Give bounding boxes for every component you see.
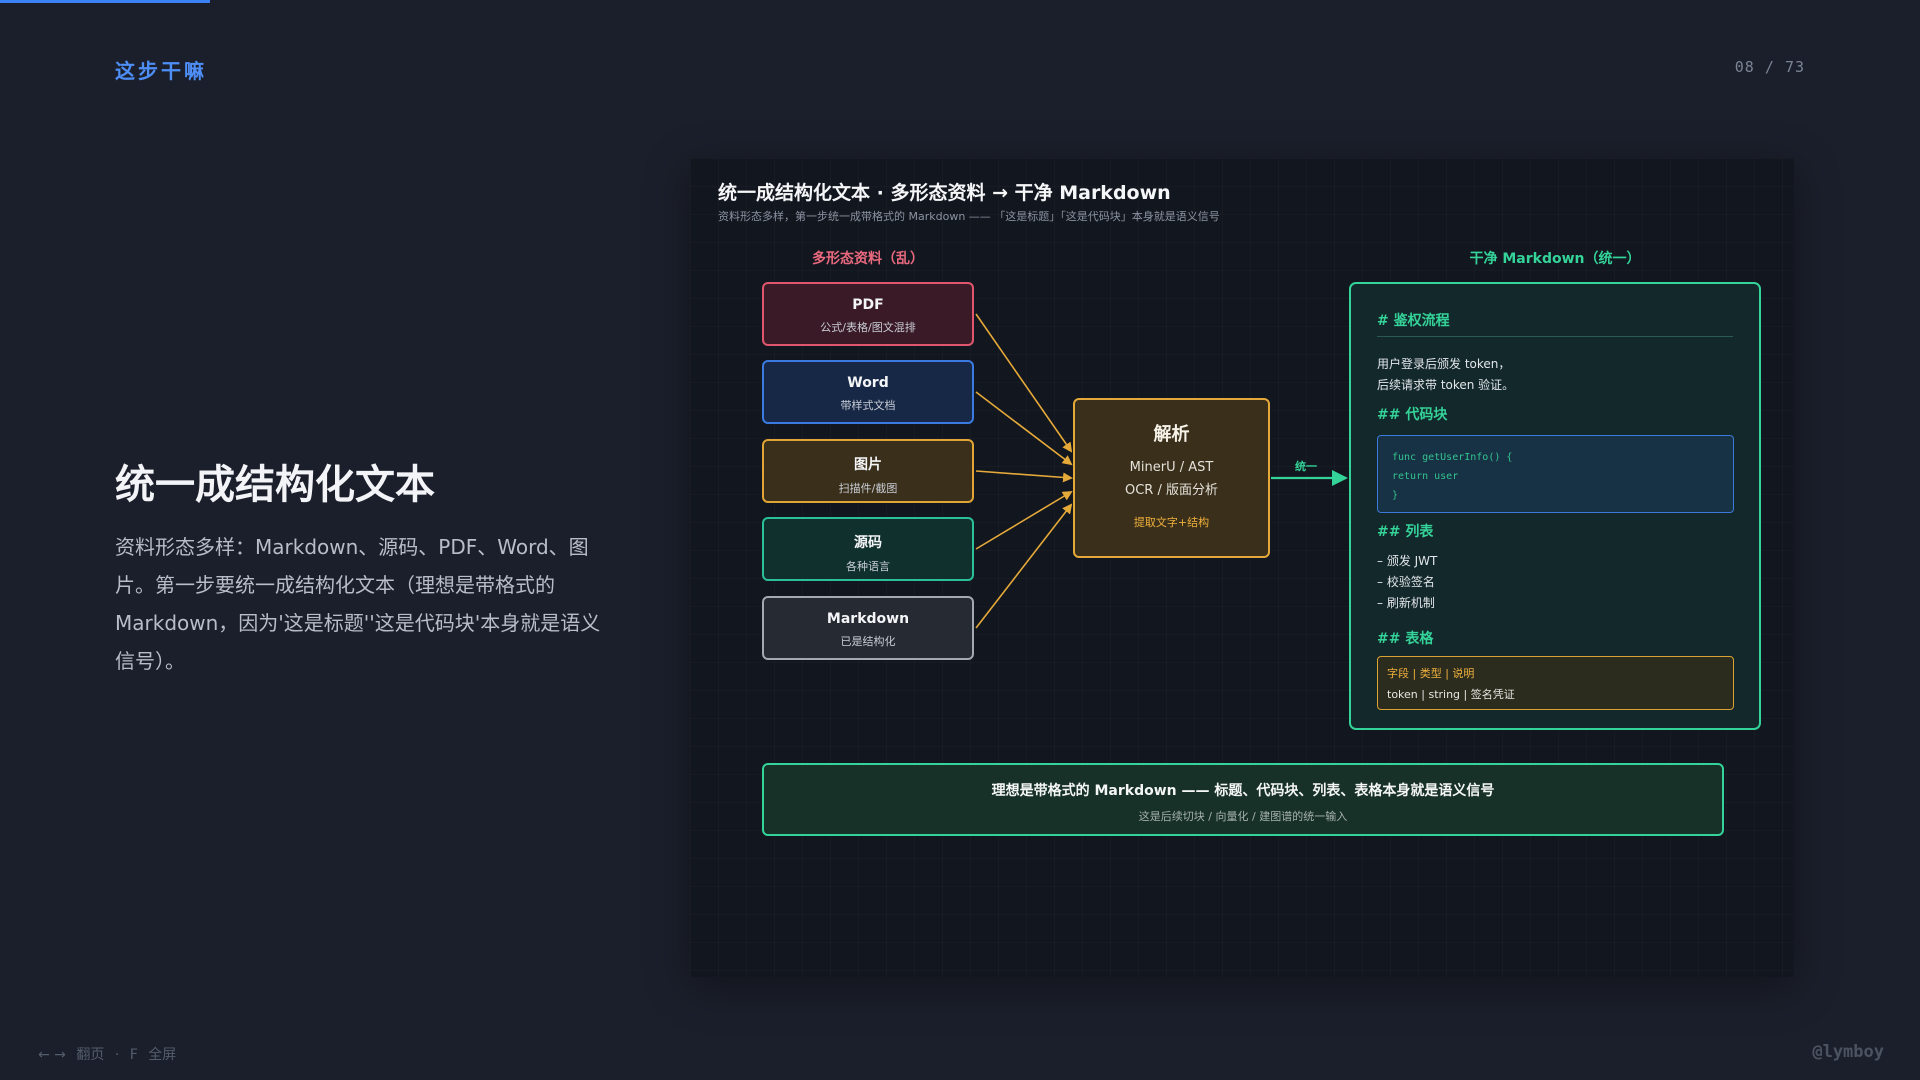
source-box-markdown: Markdown 已是结构化 bbox=[762, 596, 974, 660]
source-box-image: 图片 扫描件/截图 bbox=[762, 439, 974, 503]
md-list: – 颁发 JWT – 校验签名 – 刷新机制 bbox=[1377, 551, 1437, 614]
section-label: 这步干嘛 bbox=[115, 59, 207, 83]
connector-image bbox=[975, 470, 1073, 483]
banner-main-text: 理想是带格式的 Markdown —— 标题、代码块、列表、表格本身就是语义信号 bbox=[991, 783, 1495, 799]
md-list-item: – 刷新机制 bbox=[1377, 596, 1435, 610]
md-table: 字段 | 类型 | 说明 token | string | 签名凭证 bbox=[1377, 656, 1734, 710]
author-handle: @lymboy bbox=[1812, 1042, 1884, 1062]
code-line: return user bbox=[1392, 471, 1459, 482]
diagram-subtitle: 资料形态多样，第一步统一成带格式的 Markdown —— 「这是标题」「这是代… bbox=[718, 210, 1220, 223]
source-desc: 带样式文档 bbox=[840, 399, 896, 412]
output-column-label: 干净 Markdown（统一） bbox=[1469, 251, 1641, 267]
progress-track bbox=[0, 0, 1920, 3]
md-code-block: func getUserInfo() { return user } bbox=[1377, 435, 1734, 513]
source-box-pdf: PDF 公式/表格/图文混排 bbox=[762, 282, 974, 346]
slide-body: 资料形态多样：Markdown、源码、PDF、Word、图片。第一步要统一成结构… bbox=[115, 535, 601, 673]
md-paragraph: 用户登录后颁发 token， 后续请求带 token 验证。 bbox=[1377, 354, 1514, 396]
source-name: PDF bbox=[852, 297, 884, 313]
page-total: 73 bbox=[1784, 58, 1805, 76]
diagram-title: 统一成结构化文本 · 多形态资料 → 干净 Markdown bbox=[718, 182, 1171, 204]
fullscreen-label: 全屏 bbox=[148, 1047, 177, 1063]
parser-box: 解析 MinerU / AST OCR / 版面分析 提取文字+结构 bbox=[1073, 398, 1270, 558]
nav-label: 翻页 bbox=[76, 1047, 105, 1063]
connector-pdf bbox=[975, 313, 1073, 453]
nav-arrows-icon[interactable]: ← → bbox=[38, 1047, 66, 1063]
summary-banner: 理想是带格式的 Markdown —— 标题、代码块、列表、表格本身就是语义信号… bbox=[762, 763, 1724, 836]
source-desc: 扫描件/截图 bbox=[838, 482, 898, 495]
md-list-item: – 颁发 JWT bbox=[1377, 554, 1438, 568]
parser-title: 解析 bbox=[1153, 424, 1190, 445]
diagram-panel: 统一成结构化文本 · 多形态资料 → 干净 Markdown 资料形态多样，第一… bbox=[690, 158, 1794, 977]
md-heading-1: # 鉴权流程 bbox=[1377, 313, 1450, 329]
md-heading-rule bbox=[1377, 336, 1733, 337]
md-paragraph-line: 用户登录后颁发 token， bbox=[1377, 357, 1511, 371]
keyboard-hint: ← → 翻页 · F 全屏 bbox=[38, 1044, 182, 1064]
md-heading-table: ## 表格 bbox=[1377, 631, 1434, 647]
slide-title: 统一成结构化文本 bbox=[115, 462, 435, 508]
source-name: Word bbox=[847, 375, 889, 391]
code-line: } bbox=[1392, 490, 1399, 501]
separator-dot: · bbox=[114, 1047, 120, 1063]
progress-bar bbox=[0, 0, 210, 3]
source-desc: 已是结构化 bbox=[840, 635, 896, 648]
md-list-item: – 校验签名 bbox=[1377, 575, 1435, 589]
page-counter: 08 / 73 bbox=[1735, 58, 1805, 76]
unify-arrow-label: 统一 bbox=[1295, 460, 1317, 473]
source-box-word: Word 带样式文档 bbox=[762, 360, 974, 424]
md-heading-code: ## 代码块 bbox=[1377, 407, 1448, 423]
connector-source bbox=[975, 490, 1073, 550]
source-desc: 各种语言 bbox=[846, 560, 890, 573]
md-paragraph-line: 后续请求带 token 验证。 bbox=[1377, 378, 1515, 392]
sources-column-label: 多形态资料（乱） bbox=[812, 251, 924, 267]
banner-sub-text: 这是后续切块 / 向量化 / 建图谱的统一输入 bbox=[1138, 810, 1348, 823]
source-desc: 公式/表格/图文混排 bbox=[820, 321, 916, 334]
page-separator: / bbox=[1764, 58, 1775, 76]
parser-accent: 提取文字+结构 bbox=[1133, 516, 1210, 529]
connector-markdown bbox=[975, 503, 1073, 629]
source-box-code: 源码 各种语言 bbox=[762, 517, 974, 581]
fullscreen-key[interactable]: F bbox=[130, 1047, 138, 1063]
parser-line-2: OCR / 版面分析 bbox=[1125, 483, 1218, 498]
source-name: 源码 bbox=[854, 535, 882, 551]
source-name: Markdown bbox=[826, 611, 910, 627]
connector-word bbox=[975, 391, 1073, 466]
code-line: func getUserInfo() { bbox=[1392, 452, 1513, 463]
md-heading-list: ## 列表 bbox=[1377, 524, 1434, 540]
source-name: 图片 bbox=[854, 457, 882, 473]
markdown-output-box: # 鉴权流程 用户登录后颁发 token， 后续请求带 token 验证。 ##… bbox=[1349, 282, 1761, 730]
page-current: 08 bbox=[1734, 58, 1755, 76]
md-table-row: token | string | 签名凭证 bbox=[1387, 688, 1515, 701]
md-table-header: 字段 | 类型 | 说明 bbox=[1387, 667, 1475, 680]
parser-line-1: MinerU / AST bbox=[1129, 460, 1214, 475]
